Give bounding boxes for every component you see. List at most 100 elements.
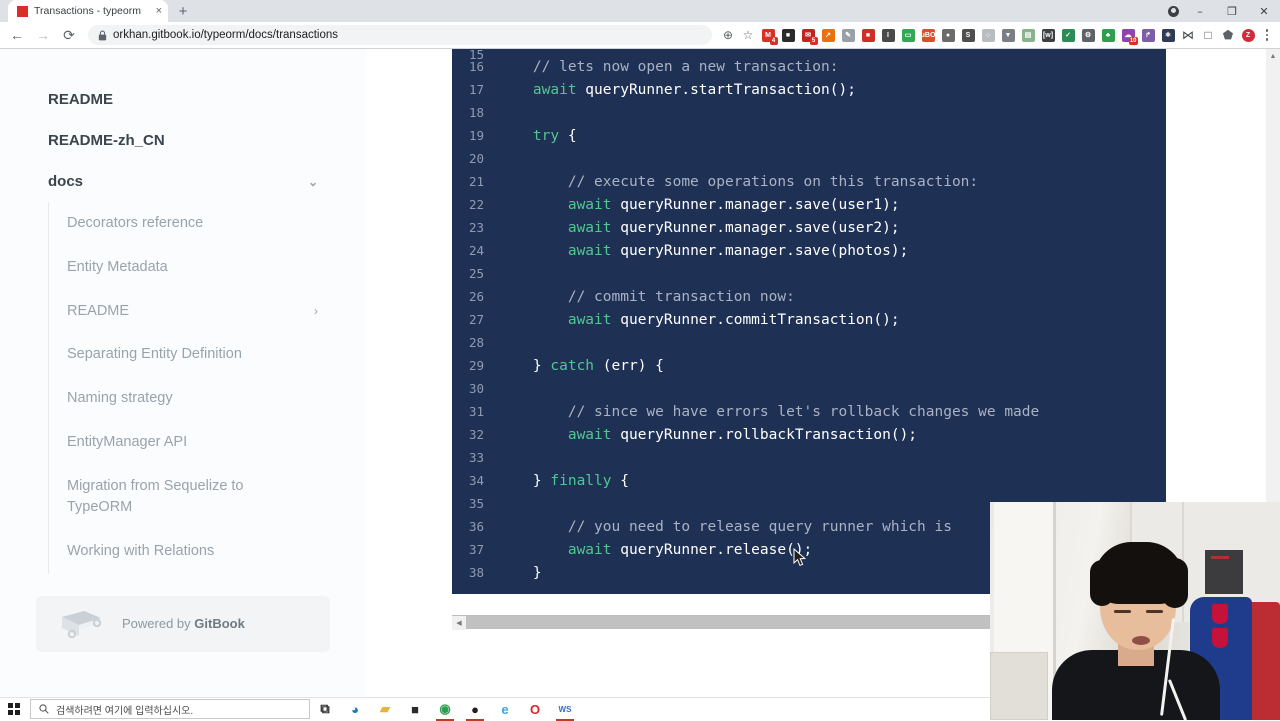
opera-icon[interactable]: O — [520, 698, 550, 721]
sidebar-item-separating-entity-definition[interactable]: Separating Entity Definition — [55, 333, 330, 377]
microsoft-store-icon[interactable]: ■ — [400, 698, 430, 721]
gmail-extension-icon[interactable]: M4 — [758, 22, 778, 48]
gitbook-prefix: Powered by — [122, 616, 195, 632]
metamask-extension-icon[interactable]: ⋈ — [1178, 22, 1198, 48]
new-tab-button[interactable]: + — [172, 0, 194, 22]
sidebar-item-label: Naming strategy — [67, 390, 173, 406]
sidebar-item-entitymanager-api[interactable]: EntityManager API — [55, 421, 330, 465]
code-line-content: await queryRunner.startTransaction(); — [532, 82, 856, 98]
check-extension-icon[interactable]: ✓ — [1058, 22, 1078, 48]
gitbook-brand: GitBook — [194, 616, 245, 632]
code-line: 21 // execute some operations on this tr… — [452, 174, 1166, 197]
line-number: 20 — [468, 151, 484, 166]
gitbook-badge-text: Powered by GitBook — [122, 616, 245, 631]
chrome-menu-icon[interactable] — [1258, 22, 1276, 48]
sidebar-item-entity-metadata[interactable]: Entity Metadata — [55, 246, 330, 290]
windows-start-icon[interactable] — [0, 698, 28, 721]
ublock-extension-icon[interactable]: uBO — [918, 22, 938, 48]
tab-close-icon[interactable]: × — [156, 5, 162, 17]
webcam-overlay — [990, 502, 1280, 720]
profile-avatar-icon[interactable]: Z — [1238, 22, 1258, 48]
filter-extension-icon[interactable]: ▼ — [998, 22, 1018, 48]
sheets-extension-icon[interactable]: ▤ — [1018, 22, 1038, 48]
line-number: 19 — [468, 128, 484, 143]
sidebar-group-docs[interactable]: docs ⌄ — [36, 161, 330, 202]
leaf-extension-icon[interactable]: ♣ — [1098, 22, 1118, 48]
note-extension-icon[interactable]: ■ — [778, 22, 798, 48]
code-line: 30 — [452, 381, 1166, 404]
back-button[interactable]: ← — [4, 22, 30, 48]
address-bar[interactable]: orkhan.gitbook.io/typeorm/docs/transacti… — [88, 25, 712, 45]
sidebar-item-naming-strategy[interactable]: Naming strategy — [55, 377, 330, 421]
code-line-content: } finally { — [498, 473, 629, 489]
minimize-button[interactable]: – — [1184, 0, 1216, 22]
react-devtools-extension-icon[interactable]: ⚛ — [1158, 22, 1178, 48]
sidebar-item-readme-zh-cn[interactable]: README-zh_CN — [36, 120, 330, 161]
screen-extension-icon[interactable]: ▭ — [898, 22, 918, 48]
line-number: 28 — [468, 335, 484, 350]
code-line: 18 — [452, 105, 1166, 128]
zoom-icon[interactable]: ⊕ — [718, 22, 738, 48]
sidebar-item-label: Decorators reference — [67, 215, 204, 231]
google-chrome-icon[interactable]: ◉ — [430, 698, 460, 721]
mouse-cursor-icon — [793, 548, 806, 567]
sidebar-item-decorators-reference[interactable]: Decorators reference — [55, 202, 330, 246]
chevron-down-icon[interactable]: ⌄ — [308, 175, 318, 189]
line-number: 36 — [468, 519, 484, 534]
cloud-upload-extension-icon[interactable]: ☁ 10 — [1118, 22, 1138, 48]
chevron-right-icon[interactable]: › — [314, 302, 318, 320]
code-line: 23 await queryRunner.manager.save(user2)… — [452, 220, 1166, 243]
sidebar-item-readme[interactable]: README — [36, 79, 330, 120]
webcam-person-eye-right — [1146, 610, 1163, 613]
timer-extension-icon[interactable]: ○ — [978, 22, 998, 48]
internet-explorer-icon[interactable]: e — [490, 698, 520, 721]
code-line-content: // execute some operations on this trans… — [498, 174, 979, 190]
code-line-content: // since we have errors let's rollback c… — [498, 404, 1040, 420]
task-view-icon[interactable]: ⧉ — [310, 698, 340, 721]
lastpass-extension-icon[interactable]: ■ — [858, 22, 878, 48]
scroll-up-arrow-icon[interactable]: ▲ — [1266, 49, 1280, 63]
sidebar-item-readme[interactable]: README › — [55, 290, 330, 334]
sidebar-item-working-with-relations[interactable]: Working with Relations — [55, 530, 330, 574]
gear-extension-icon[interactable]: ⚙ — [1078, 22, 1098, 48]
line-number: 26 — [468, 289, 484, 304]
microsoft-edge-icon[interactable]: ◕ — [340, 698, 370, 721]
dark-reader-extension-icon[interactable]: I — [878, 22, 898, 48]
extensions-puzzle-icon[interactable]: ⬟ — [1218, 22, 1238, 48]
dark-browser-icon[interactable]: ● — [460, 698, 490, 721]
tab-strip: Transactions - typeorm × + – ❐ ✕ — [0, 0, 1280, 22]
code-line: 32 await queryRunner.rollbackTransaction… — [452, 427, 1166, 450]
site-secure-lock-icon — [98, 30, 107, 40]
feather-extension-icon[interactable]: ✎ — [838, 22, 858, 48]
reload-button[interactable]: ⟳ — [56, 22, 82, 48]
line-number: 27 — [468, 312, 484, 327]
line-number: 35 — [468, 496, 484, 511]
sidebar-sub-list: Decorators reference Entity Metadata READM… — [48, 202, 330, 574]
maximize-button[interactable]: ❐ — [1216, 0, 1248, 22]
screenshot-extension-icon[interactable]: □ — [1198, 22, 1218, 48]
chart-extension-icon[interactable]: ↗ — [818, 22, 838, 48]
taskbar-search-input[interactable]: 검색하려면 여기에 입력하십시오. — [30, 699, 310, 719]
grey-globe-extension-icon[interactable]: ● — [938, 22, 958, 48]
webcam-shelf — [990, 652, 1048, 720]
line-number: 38 — [468, 565, 484, 580]
browser-toolbar: ← → ⟳ orkhan.gitbook.io/typeorm/docs/tra… — [0, 22, 1280, 48]
code-line-content: await queryRunner.manager.save(user2); — [567, 220, 900, 236]
bookmark-star-icon[interactable]: ☆ — [738, 22, 758, 48]
sidebar-item-label: Entity Metadata — [67, 258, 168, 275]
close-window-button[interactable]: ✕ — [1248, 0, 1280, 22]
webstorm-icon[interactable]: WS — [550, 698, 580, 721]
code-line-content: // commit transaction now: — [498, 289, 795, 305]
browser-tab[interactable]: Transactions - typeorm × — [8, 0, 168, 22]
code-scroll-left-arrow-icon[interactable]: ◀ — [452, 615, 466, 630]
scribe-extension-icon[interactable]: S — [958, 22, 978, 48]
profile-indicator-icon[interactable] — [1162, 0, 1184, 22]
powered-by-gitbook-badge[interactable]: Powered by GitBook — [36, 595, 330, 652]
line-number: 34 — [468, 473, 484, 488]
checker-plus-extension-icon[interactable]: ✉ 5 — [798, 22, 818, 48]
gmail-extension-icon-badge: 4 — [769, 36, 778, 45]
sidebar-item-migration-from-sequelize-to-typeorm[interactable]: Migration from Sequelize to TypeORM — [55, 465, 330, 531]
file-explorer-icon[interactable]: ▰ — [370, 698, 400, 721]
pin-extension-icon[interactable]: ↱ — [1138, 22, 1158, 48]
bracket-extension-icon[interactable]: [w] — [1038, 22, 1058, 48]
